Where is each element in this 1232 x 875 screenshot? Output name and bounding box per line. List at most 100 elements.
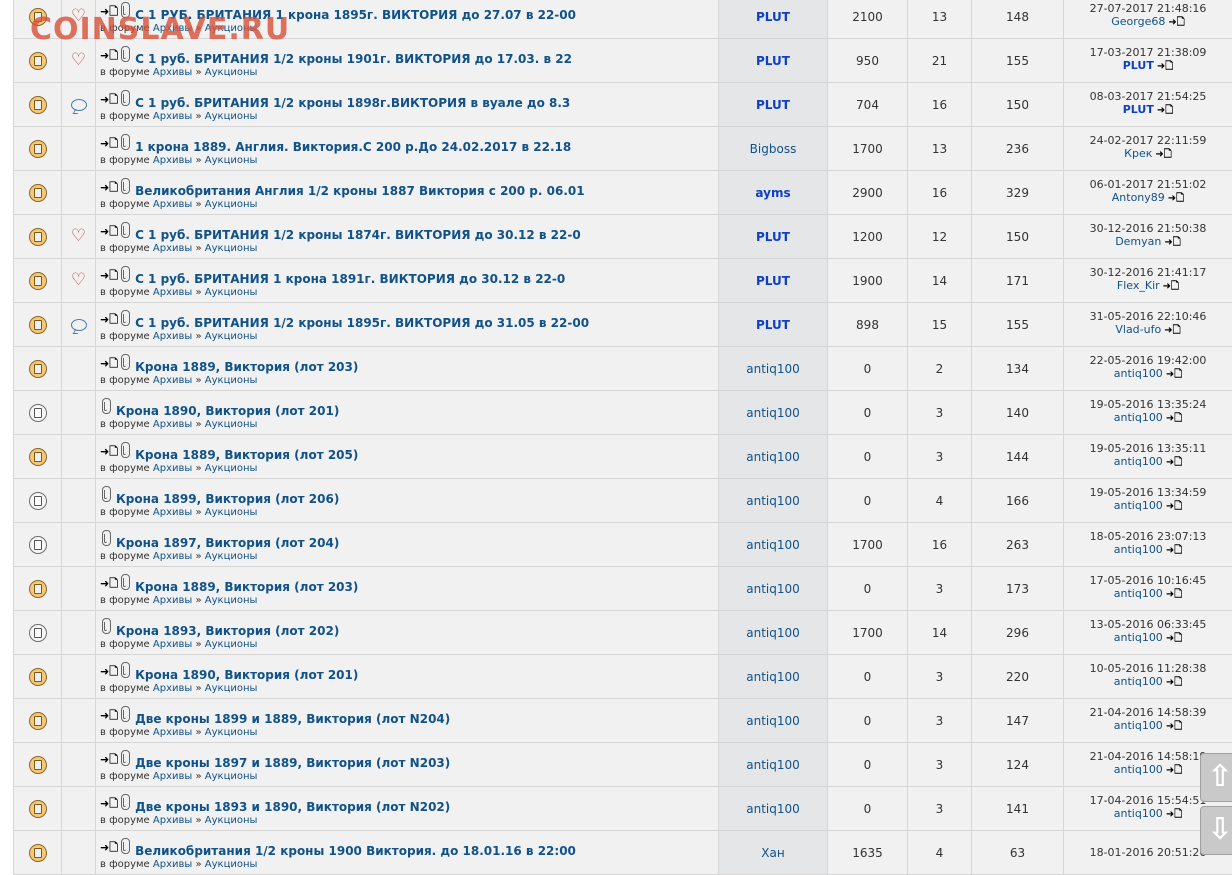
goto-new-post-icon[interactable]: ➜🗋 — [100, 3, 118, 22]
goto-new-post-icon[interactable]: ➜🗋 — [100, 267, 118, 286]
last-post-user-link[interactable]: antiq100 — [1114, 763, 1163, 776]
forum-link[interactable]: Архивы — [153, 463, 192, 474]
view-last-post-icon[interactable]: ➜🗋 — [1155, 147, 1171, 164]
last-post-user-link[interactable]: antiq100 — [1114, 587, 1163, 600]
author-link[interactable]: antiq100 — [746, 714, 800, 728]
goto-new-post-icon[interactable]: ➜🗋 — [100, 839, 118, 858]
forum-link[interactable]: Архивы — [153, 23, 192, 34]
view-last-post-icon[interactable]: ➜🗋 — [1166, 719, 1182, 736]
topic-title-link[interactable]: С 1 руб. БРИТАНИЯ 1/2 кроны 1874г. ВИКТО… — [135, 228, 581, 242]
topic-title-link[interactable]: 1 крона 1889. Англия. Виктория.С 200 р.Д… — [135, 140, 571, 154]
topic-title-link[interactable]: Крона 1889, Виктория (лот 203) — [135, 580, 358, 594]
subforum-link[interactable]: Аукционы — [205, 199, 258, 210]
author-link[interactable]: antiq100 — [746, 450, 800, 464]
last-post-user-link[interactable]: PLUT — [1123, 59, 1154, 72]
author-link[interactable]: antiq100 — [746, 758, 800, 772]
forum-link[interactable]: Архивы — [153, 419, 192, 430]
goto-new-post-icon[interactable]: ➜🗋 — [100, 135, 118, 154]
last-post-user-link[interactable]: antiq100 — [1114, 455, 1163, 468]
last-post-user-link[interactable]: Flex_Kir — [1117, 279, 1160, 292]
view-last-post-icon[interactable]: ➜🗋 — [1157, 103, 1173, 120]
goto-new-post-icon[interactable]: ➜🗋 — [100, 91, 118, 110]
goto-new-post-icon[interactable]: ➜🗋 — [100, 179, 118, 198]
forum-link[interactable]: Архивы — [153, 331, 192, 342]
topic-title-link[interactable]: С 1 руб. БРИТАНИЯ 1/2 кроны 1895г. ВИКТО… — [135, 316, 589, 330]
goto-new-post-icon[interactable]: ➜🗋 — [100, 47, 118, 66]
forum-link[interactable]: Архивы — [153, 67, 192, 78]
author-link[interactable]: antiq100 — [746, 626, 800, 640]
subforum-link[interactable]: Аукционы — [205, 815, 258, 826]
topic-title-link[interactable]: Великобритания 1/2 кроны 1900 Виктория. … — [135, 844, 576, 858]
last-post-user-link[interactable]: Demyan — [1115, 235, 1161, 248]
forum-link[interactable]: Архивы — [153, 727, 192, 738]
author-link[interactable]: ayms — [755, 186, 790, 200]
forum-link[interactable]: Архивы — [153, 639, 192, 650]
last-post-user-link[interactable]: PLUT — [1123, 103, 1154, 116]
author-link[interactable]: antiq100 — [746, 802, 800, 816]
author-link[interactable]: Bigboss — [750, 142, 797, 156]
scroll-up-button[interactable]: ⇧ — [1200, 753, 1232, 802]
subforum-link[interactable]: Аукционы — [205, 287, 258, 298]
scroll-down-button[interactable]: ⇩ — [1200, 806, 1232, 855]
topic-title-link[interactable]: С 1 руб. БРИТАНИЯ 1 крона 1891г. ВИКТОРИ… — [135, 272, 565, 286]
topic-title-link[interactable]: Крона 1889, Виктория (лот 205) — [135, 448, 358, 462]
subforum-link[interactable]: Аукционы — [205, 375, 258, 386]
goto-new-post-icon[interactable]: ➜🗋 — [100, 663, 118, 682]
subforum-link[interactable]: Аукционы — [205, 507, 258, 518]
forum-link[interactable]: Архивы — [153, 859, 192, 870]
author-link[interactable]: PLUT — [756, 274, 790, 288]
subforum-link[interactable]: Аукционы — [205, 331, 258, 342]
author-link[interactable]: antiq100 — [746, 538, 800, 552]
view-last-post-icon[interactable]: ➜🗋 — [1157, 59, 1173, 76]
author-link[interactable]: PLUT — [756, 230, 790, 244]
subforum-link[interactable]: Аукционы — [205, 639, 258, 650]
author-link[interactable]: antiq100 — [746, 670, 800, 684]
topic-title-link[interactable]: С 1 РУБ. БРИТАНИЯ 1 крона 1895г. ВИКТОРИ… — [135, 8, 576, 22]
topic-title-link[interactable]: Две кроны 1893 и 1890, Виктория (лот N20… — [135, 800, 450, 814]
author-link[interactable]: Хан — [761, 846, 784, 860]
view-last-post-icon[interactable]: ➜🗋 — [1166, 807, 1182, 824]
view-last-post-icon[interactable]: ➜🗋 — [1166, 631, 1182, 648]
view-last-post-icon[interactable]: ➜🗋 — [1166, 499, 1182, 516]
topic-title-link[interactable]: Крона 1899, Виктория (лот 206) — [116, 492, 339, 506]
subforum-link[interactable]: Аукционы — [205, 859, 258, 870]
author-link[interactable]: antiq100 — [746, 362, 800, 376]
last-post-user-link[interactable]: antiq100 — [1114, 807, 1163, 820]
subforum-link[interactable]: Аукционы — [205, 727, 258, 738]
subforum-link[interactable]: Аукционы — [205, 155, 258, 166]
subforum-link[interactable]: Аукционы — [205, 551, 258, 562]
topic-title-link[interactable]: Крона 1889, Виктория (лот 203) — [135, 360, 358, 374]
view-last-post-icon[interactable]: ➜🗋 — [1166, 675, 1182, 692]
goto-new-post-icon[interactable]: ➜🗋 — [100, 795, 118, 814]
last-post-user-link[interactable]: antiq100 — [1114, 543, 1163, 556]
topic-title-link[interactable]: Крона 1893, Виктория (лот 202) — [116, 624, 339, 638]
subforum-link[interactable]: Аукционы — [205, 463, 258, 474]
goto-new-post-icon[interactable]: ➜🗋 — [100, 311, 118, 330]
topic-title-link[interactable]: Две кроны 1897 и 1889, Виктория (лот N20… — [135, 756, 450, 770]
author-link[interactable]: PLUT — [756, 98, 790, 112]
goto-new-post-icon[interactable]: ➜🗋 — [100, 223, 118, 242]
last-post-user-link[interactable]: antiq100 — [1114, 719, 1163, 732]
view-last-post-icon[interactable]: ➜🗋 — [1166, 455, 1182, 472]
topic-title-link[interactable]: С 1 руб. БРИТАНИЯ 1/2 кроны 1898г.ВИКТОР… — [135, 96, 570, 110]
view-last-post-icon[interactable]: ➜🗋 — [1166, 543, 1182, 560]
author-link[interactable]: PLUT — [756, 54, 790, 68]
topic-title-link[interactable]: Крона 1897, Виктория (лот 204) — [116, 536, 339, 550]
forum-link[interactable]: Архивы — [153, 287, 192, 298]
forum-link[interactable]: Архивы — [153, 683, 192, 694]
topic-title-link[interactable]: Крона 1890, Виктория (лот 201) — [135, 668, 358, 682]
author-link[interactable]: PLUT — [756, 318, 790, 332]
topic-title-link[interactable]: Крона 1890, Виктория (лот 201) — [116, 404, 339, 418]
goto-new-post-icon[interactable]: ➜🗋 — [100, 707, 118, 726]
view-last-post-icon[interactable]: ➜🗋 — [1168, 15, 1184, 32]
last-post-user-link[interactable]: Крек — [1124, 147, 1152, 160]
goto-new-post-icon[interactable]: ➜🗋 — [100, 751, 118, 770]
view-last-post-icon[interactable]: ➜🗋 — [1163, 279, 1179, 296]
last-post-user-link[interactable]: antiq100 — [1114, 499, 1163, 512]
last-post-user-link[interactable]: George68 — [1111, 15, 1165, 28]
view-last-post-icon[interactable]: ➜🗋 — [1166, 587, 1182, 604]
last-post-user-link[interactable]: antiq100 — [1114, 411, 1163, 424]
view-last-post-icon[interactable]: ➜🗋 — [1166, 367, 1182, 384]
subforum-link[interactable]: Аукционы — [205, 23, 258, 34]
last-post-user-link[interactable]: antiq100 — [1114, 675, 1163, 688]
